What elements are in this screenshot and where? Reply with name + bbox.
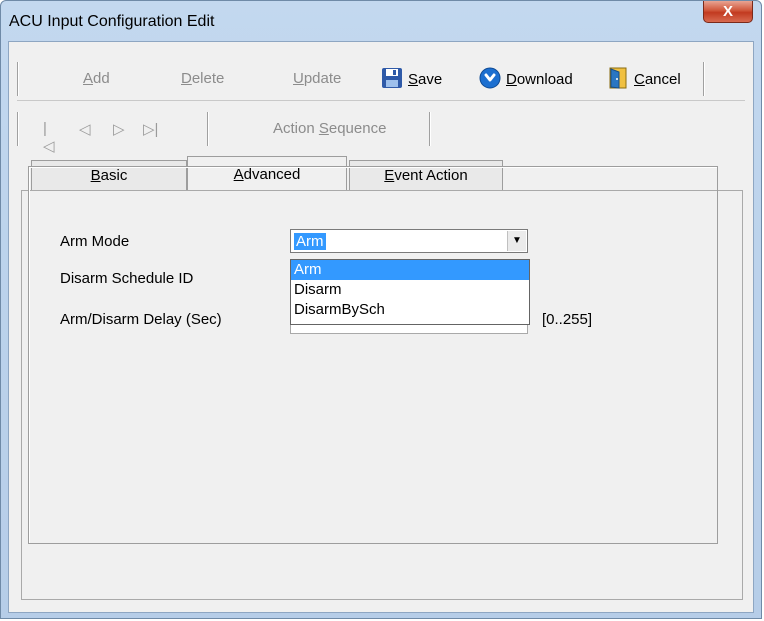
arm-mode-select[interactable]: Arm ▼	[290, 229, 528, 253]
cancel-button[interactable]: Cancel	[607, 67, 681, 93]
exit-door-icon	[607, 67, 629, 93]
last-record-icon[interactable]: ▷|	[143, 120, 158, 138]
delay-input[interactable]	[290, 324, 528, 334]
toolbar-separator	[207, 112, 209, 146]
toolbar-separator	[703, 62, 705, 96]
toolbar-separator	[17, 62, 19, 96]
toolbar-separator	[429, 112, 431, 146]
arm-mode-dropdown-list: Arm Disarm DisarmBySch	[290, 259, 530, 325]
delay-label: Arm/Disarm Delay (Sec)	[60, 311, 222, 328]
settings-group-box	[28, 166, 718, 544]
download-button[interactable]: Download	[479, 67, 573, 93]
add-button[interactable]: Add	[83, 70, 110, 87]
toolbar-separator	[17, 112, 19, 146]
floppy-disk-icon	[381, 67, 403, 93]
toolbar-row-actions: Add Delete Update Save Download Cancel	[17, 58, 745, 101]
dropdown-option-disarm[interactable]: Disarm	[291, 280, 529, 300]
arm-mode-label: Arm Mode	[60, 233, 130, 250]
close-icon: X	[722, 3, 733, 20]
first-record-icon[interactable]: |◁	[43, 120, 55, 155]
close-button[interactable]: X	[703, 1, 753, 23]
dropdown-option-disarmbysch[interactable]: DisarmBySch	[291, 300, 529, 320]
next-record-icon[interactable]: ▷	[113, 120, 125, 138]
delay-range-hint: [0..255]	[542, 311, 593, 328]
dropdown-option-arm[interactable]: Arm	[291, 260, 529, 280]
download-arrow-icon	[479, 67, 501, 93]
action-sequence-button[interactable]: Action Sequence	[273, 120, 386, 137]
disarm-schedule-label: Disarm Schedule ID	[60, 270, 194, 287]
previous-record-icon[interactable]: ◁	[79, 120, 91, 138]
toolbar: Add Delete Update Save Download Cancel |…	[17, 50, 745, 155]
window-title: ACU Input Configuration Edit	[9, 13, 215, 30]
delete-button[interactable]: Delete	[181, 70, 224, 87]
title-bar: ACU Input Configuration Edit X	[1, 1, 761, 41]
update-button[interactable]: Update	[293, 70, 341, 87]
arm-mode-selected-value: Arm	[294, 233, 326, 250]
save-button[interactable]: Save	[381, 67, 442, 93]
chevron-down-icon[interactable]: ▼	[507, 231, 526, 251]
